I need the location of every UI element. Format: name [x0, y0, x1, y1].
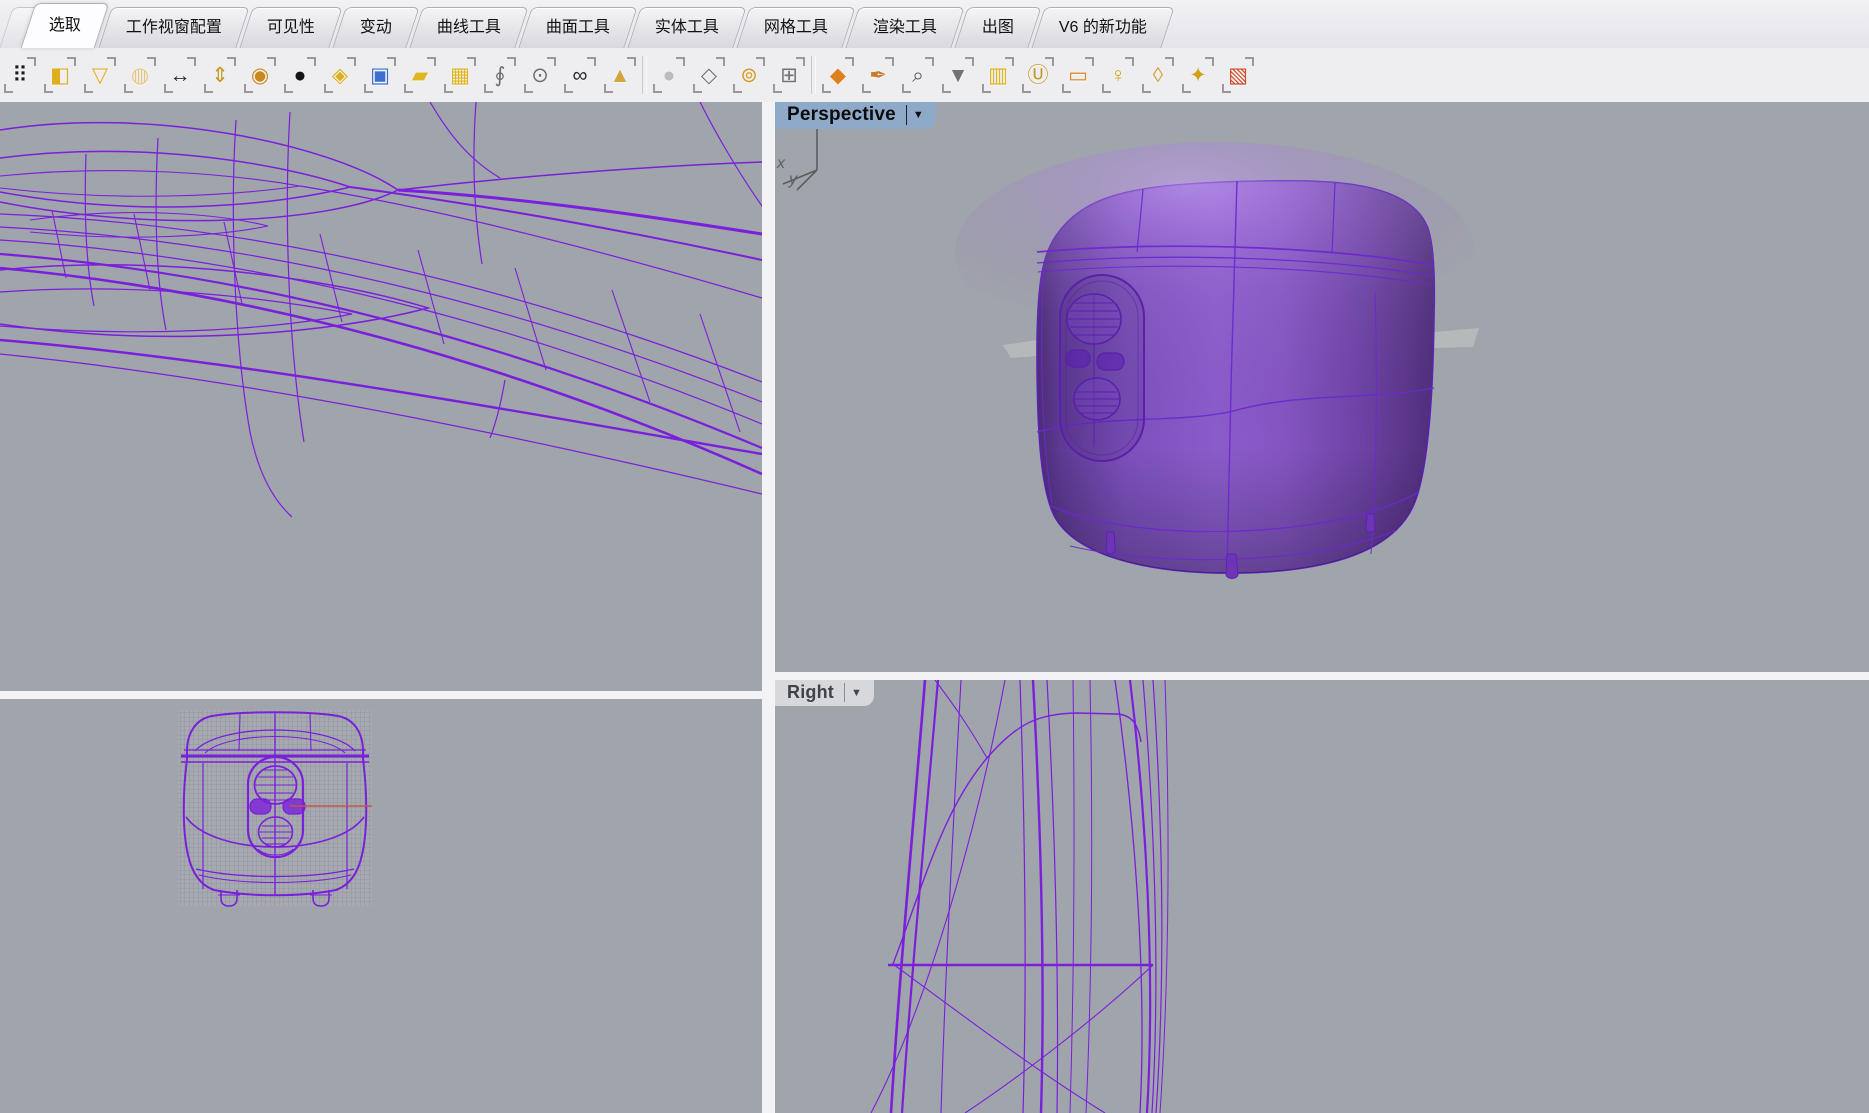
select-by-color-icon[interactable]: ◉	[240, 52, 280, 98]
viewport-menu-arrow-icon[interactable]: ▼	[845, 687, 868, 699]
viewport-divider-horizontal-left[interactable]	[0, 691, 762, 699]
viewport-top-left-wireframe[interactable]	[0, 102, 762, 691]
viewport-perspective[interactable]: Perspective ▼ z x y	[775, 102, 1869, 672]
pyramid-icon[interactable]: ▲	[600, 52, 640, 98]
cutplane-left-sliver	[1003, 340, 1037, 358]
black-sphere-icon[interactable]: ●	[280, 52, 320, 98]
gray-sphere-icon[interactable]: ●	[649, 52, 689, 98]
cube-sphere-icon[interactable]: ⊞	[769, 52, 809, 98]
scale-arrows-icon[interactable]: ↔	[160, 52, 200, 98]
toolbar-tab-bar: 选取 工作视窗配置 可见性 变动 曲线工具 曲面工具 实体工具 网格工具 渲染工…	[0, 0, 1869, 48]
filter-funnel-icon[interactable]: ▼	[938, 52, 978, 98]
grid-snap-icon[interactable]: ⠿	[0, 52, 40, 98]
toolbar-separator	[642, 56, 647, 94]
svg-text:y: y	[788, 171, 798, 188]
wireframe-curves-canvas	[0, 102, 762, 691]
chain-icon[interactable]: ∞	[560, 52, 600, 98]
svg-text:x: x	[776, 155, 786, 172]
viewport-divider-horizontal-right[interactable]	[775, 672, 1869, 680]
viewport-front-wireframe[interactable]	[0, 699, 762, 1113]
tab-solid-tools[interactable]: 实体工具	[627, 7, 746, 48]
main-toolbar: ⠿ ◧ ▽ ◍ ↔ ⇕ ◉ ● ◈ ▣ ▰ ▦ ∮ ⊙ ∞ ▲ ● ◇ ⊚ ⊞ …	[0, 48, 1869, 102]
shaded-view-icon[interactable]: ▣	[360, 52, 400, 98]
u-box-icon[interactable]: Ⓤ	[1018, 52, 1058, 98]
tab-visibility[interactable]: 可见性	[239, 7, 342, 48]
grid-surface-icon[interactable]: ▦	[440, 52, 480, 98]
control-panel	[1060, 275, 1144, 461]
red-cube-icon[interactable]: ▧	[1218, 52, 1258, 98]
fence-icon[interactable]: ▥	[978, 52, 1018, 98]
spiral-icon[interactable]: ∮	[480, 52, 520, 98]
framed-cylinder-icon[interactable]: ▭	[1058, 52, 1098, 98]
drop-icon[interactable]: ◆	[818, 52, 858, 98]
group-shapes-icon[interactable]: ⊚	[729, 52, 769, 98]
tab-select[interactable]: 选取	[21, 3, 110, 48]
key-icon[interactable]: ♀	[1098, 52, 1138, 98]
hatch-circles-icon[interactable]: ◍	[120, 52, 160, 98]
tab-curve-tools[interactable]: 曲线工具	[409, 7, 528, 48]
cone-icon[interactable]: ▽	[80, 52, 120, 98]
key-tag-icon[interactable]: ✦	[1178, 52, 1218, 98]
point-cloud-icon[interactable]: ⊙	[520, 52, 560, 98]
open-polysurface-icon[interactable]: ◈	[320, 52, 360, 98]
perspective-viewport-label[interactable]: Perspective ▼	[775, 102, 936, 129]
paintbrush-icon[interactable]: ✒	[858, 52, 898, 98]
tab-v6-new-features[interactable]: V6 的新功能	[1031, 7, 1174, 48]
tab-transform[interactable]: 变动	[332, 7, 419, 48]
front-wireframe-canvas	[0, 699, 762, 1113]
cutplane-right-sliver	[1434, 328, 1479, 348]
viewport-workspace: Perspective ▼ z x y	[0, 102, 1869, 1113]
right-wireframe-canvas	[775, 680, 1869, 1113]
solid-primitives-icon[interactable]: ◧	[40, 52, 80, 98]
tab-surface-tools[interactable]: 曲面工具	[518, 7, 637, 48]
tab-viewport-layout[interactable]: 工作视窗配置	[98, 7, 249, 48]
perspective-model-canvas	[775, 102, 1869, 672]
tag-hook-icon[interactable]: ◊	[1138, 52, 1178, 98]
viewport-right[interactable]: Right ▼	[775, 680, 1869, 1113]
magnifier-icon[interactable]: ⌕	[898, 52, 938, 98]
right-viewport-label[interactable]: Right ▼	[775, 680, 874, 706]
wire-cube-icon[interactable]: ◇	[689, 52, 729, 98]
edit-points-icon[interactable]: ⇕	[200, 52, 240, 98]
viewport-menu-arrow-icon[interactable]: ▼	[907, 109, 930, 121]
surface-plane-icon[interactable]: ▰	[400, 52, 440, 98]
toolbar-separator	[811, 56, 816, 94]
viewport-divider-vertical[interactable]	[762, 102, 775, 1113]
tab-mesh-tools[interactable]: 网格工具	[736, 7, 855, 48]
tab-render-tools[interactable]: 渲染工具	[845, 7, 964, 48]
tab-drafting[interactable]: 出图	[954, 7, 1041, 48]
